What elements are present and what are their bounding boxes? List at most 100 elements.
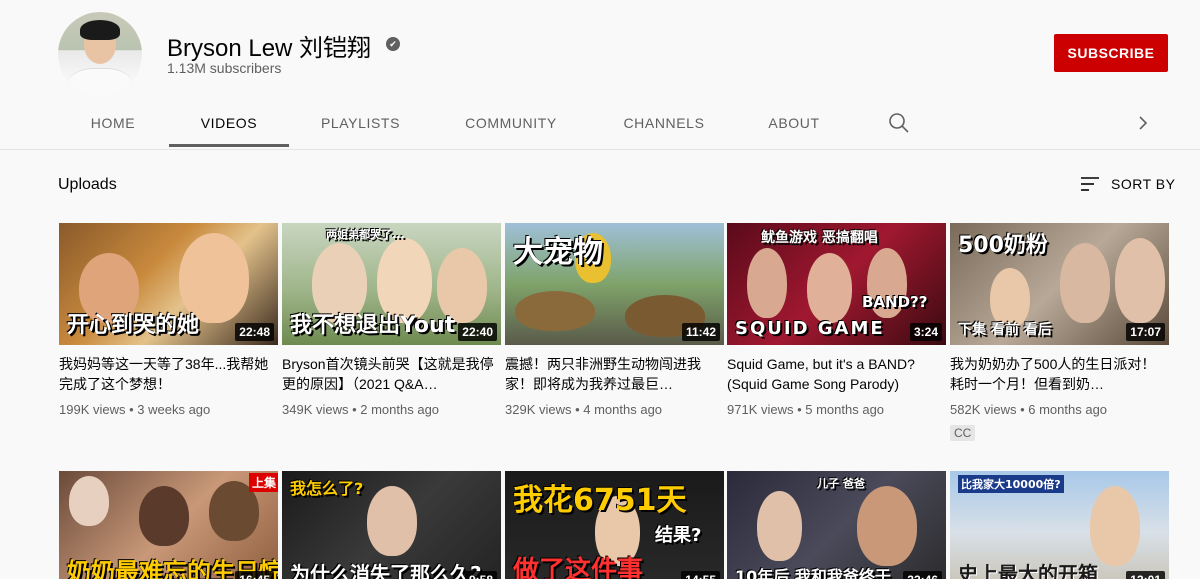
video-meta: 199K views • 3 weeks ago [59, 402, 211, 417]
thumb-top-caption: 两姐弟都哭了... [326, 228, 405, 241]
video-thumbnail[interactable]: 鱿鱼游戏 恶搞翻唱 BAND?? SQUID GAME 3:24 [727, 223, 946, 345]
view-count: 199K views [59, 402, 126, 417]
video-card[interactable]: 开心到哭的她 22:48 我妈妈等这一天等了38年...我帮她完成了这个梦想！ … [59, 223, 278, 417]
video-duration: 22:40 [458, 323, 497, 341]
thumb-caption: 做了这件事 [513, 556, 644, 579]
video-duration: 11:42 [681, 323, 720, 341]
video-duration: 22:48 [235, 323, 274, 341]
video-title[interactable]: Bryson首次镜头前哭【这就是我停更的原因】（2021 Q&A… [282, 354, 501, 394]
thumb-top-caption: 儿子 爸爸 [817, 477, 865, 490]
active-tab-indicator [169, 144, 289, 147]
channel-name[interactable]: Bryson Lew 刘铠翔 [167, 28, 371, 63]
thumb-top-caption: 上集 [249, 473, 278, 492]
avatar-shirt [68, 68, 132, 96]
video-thumbnail[interactable]: 儿子 爸爸 10年后 我和我爸终于 22:46 [727, 471, 946, 579]
video-meta: 329K views • 4 months ago [505, 402, 663, 417]
thumb-top-caption: 500奶粉 [958, 233, 1048, 258]
thumb-person [139, 486, 189, 546]
sort-by-label: SORT BY [1111, 176, 1176, 192]
tab-community[interactable]: COMMUNITY [443, 98, 579, 148]
avatar-hair [80, 20, 120, 40]
thumb-tortoise [515, 291, 595, 331]
thumb-mid-caption: BAND?? [862, 293, 928, 311]
thumb-caption: 史上最大的开箱 [958, 562, 1098, 579]
video-duration: 22:46 [903, 571, 942, 579]
thumb-person [1115, 238, 1165, 323]
tab-playlists[interactable]: PLAYLISTS [298, 98, 423, 148]
thumb-top-caption: 比我家大10000倍? [958, 475, 1064, 493]
video-thumbnail[interactable]: 我怎么了? 为什么消失了那么久? 9:58 [282, 471, 501, 579]
thumb-person [807, 253, 852, 323]
video-card[interactable]: 鱿鱼游戏 恶搞翻唱 BAND?? SQUID GAME 3:24 Squid G… [727, 223, 946, 417]
thumb-top-caption: 我怎么了? [290, 479, 364, 498]
video-thumbnail[interactable]: 开心到哭的她 22:48 [59, 223, 278, 345]
video-card[interactable]: 比我家大10000倍? 史上最大的开箱 13:01 [950, 471, 1169, 579]
video-title[interactable]: Squid Game, but it's a BAND? (Squid Game… [727, 354, 946, 394]
thumb-person [367, 486, 417, 556]
thumb-top-caption: 大宠物 [513, 235, 603, 270]
video-title[interactable]: 震撼！两只非洲野生动物闯进我家！即将成为我养过最巨… [505, 354, 724, 394]
view-count: 349K views [282, 402, 349, 417]
thumb-person [69, 476, 109, 526]
video-duration: 3:24 [909, 323, 942, 341]
video-thumbnail[interactable]: 两姐弟都哭了... 我不想退出Yout 22:40 [282, 223, 501, 345]
video-duration: 9:58 [464, 571, 497, 579]
thumb-caption: SQUID GAME [735, 318, 885, 339]
video-thumbnail[interactable]: 大宠物 11:42 [505, 223, 724, 345]
verified-check-icon: ✔ [386, 37, 400, 51]
video-duration: 13:01 [1126, 571, 1165, 579]
video-title[interactable]: 我妈妈等这一天等了38年...我帮她完成了这个梦想！ [59, 354, 278, 394]
thumb-caption: 10年后 我和我爸终于 [735, 567, 891, 579]
video-duration: 17:07 [1126, 323, 1165, 341]
video-duration: 16:45 [235, 571, 274, 579]
upload-age: 4 months ago [583, 402, 663, 417]
tab-videos[interactable]: VIDEOS [169, 98, 289, 148]
video-card[interactable]: 我怎么了? 为什么消失了那么久? 9:58 [282, 471, 501, 579]
thumb-person [757, 491, 802, 561]
video-card[interactable]: 我花6751天 结果? 做了这件事 14:55 [505, 471, 724, 579]
channel-header: Bryson Lew 刘铠翔 ✔ 1.13M subscribers SUBSC… [0, 0, 1200, 150]
video-title[interactable]: 我为奶奶办了500人的生日派对！耗时一个月！但看到奶… [950, 354, 1169, 394]
view-count: 971K views [727, 402, 794, 417]
video-card[interactable]: 500奶粉 下集 看前 看后 17:07 我为奶奶办了500人的生日派对！耗时一… [950, 223, 1169, 442]
thumb-person [1060, 243, 1110, 323]
video-thumbnail[interactable]: 比我家大10000倍? 史上最大的开箱 13:01 [950, 471, 1169, 579]
tab-about[interactable]: ABOUT [748, 98, 840, 148]
video-card[interactable]: 两姐弟都哭了... 我不想退出Yout 22:40 Bryson首次镜头前哭【这… [282, 223, 501, 417]
tab-home[interactable]: HOME [58, 98, 168, 148]
thumb-person [857, 486, 917, 566]
video-duration: 14:55 [681, 571, 720, 579]
upload-age: 3 weeks ago [137, 402, 211, 417]
search-icon[interactable] [888, 112, 910, 134]
video-card[interactable]: 儿子 爸爸 10年后 我和我爸终于 22:46 [727, 471, 946, 579]
video-card[interactable]: 上集 奶奶最难忘的生日惊喜 16:45 [59, 471, 278, 579]
video-thumbnail[interactable]: 我花6751天 结果? 做了这件事 14:55 [505, 471, 724, 579]
uploads-heading: Uploads [58, 176, 117, 193]
video-meta: 349K views • 2 months ago [282, 402, 440, 417]
tab-channels[interactable]: CHANNELS [604, 98, 724, 148]
thumb-caption: 为什么消失了那么久? [290, 562, 482, 579]
thumb-top-caption: 鱿鱼游戏 恶搞翻唱 [761, 230, 878, 246]
upload-age: 6 months ago [1028, 402, 1108, 417]
view-count: 582K views [950, 402, 1017, 417]
thumb-mid-caption: 结果? [655, 525, 702, 546]
thumb-person [1090, 486, 1140, 566]
upload-age: 2 months ago [360, 402, 440, 417]
chevron-right-icon[interactable] [1134, 112, 1152, 134]
video-thumbnail[interactable]: 500奶粉 下集 看前 看后 17:07 [950, 223, 1169, 345]
upload-age: 5 months ago [805, 402, 885, 417]
video-meta: 582K views • 6 months ago [950, 402, 1108, 417]
thumb-caption: 开心到哭的她 [67, 313, 200, 338]
cc-badge: CC [950, 425, 976, 441]
subscriber-count: 1.13M subscribers [167, 60, 282, 76]
video-card[interactable]: 大宠物 11:42 震撼！两只非洲野生动物闯进我家！即将成为我养过最巨… 329… [505, 223, 724, 417]
thumb-person [747, 248, 787, 318]
view-count: 329K views [505, 402, 572, 417]
video-meta: 971K views • 5 months ago [727, 402, 885, 417]
video-thumbnail[interactable]: 上集 奶奶最难忘的生日惊喜 16:45 [59, 471, 278, 579]
thumb-caption: 下集 看前 看后 [958, 322, 1052, 338]
channel-avatar[interactable] [58, 12, 142, 96]
subscribe-button[interactable]: SUBSCRIBE [1054, 34, 1168, 72]
sort-icon [1081, 177, 1099, 191]
thumb-caption: 我不想退出Yout [290, 313, 456, 338]
